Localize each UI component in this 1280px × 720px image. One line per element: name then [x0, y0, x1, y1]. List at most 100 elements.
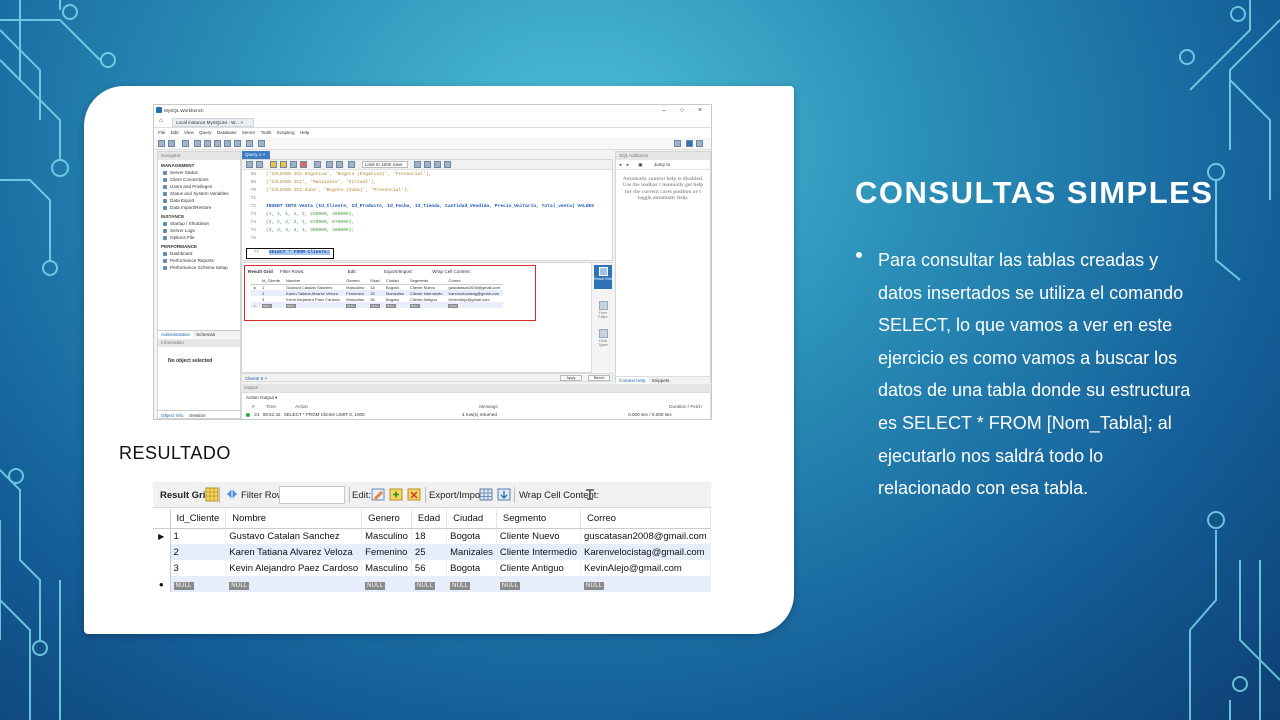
cell[interactable]: Karen Tatiana Alvarez Veloza — [283, 290, 344, 296]
result-grid-tab[interactable]: Result Grid — [160, 490, 211, 501]
tab-administration[interactable]: Administration — [158, 331, 194, 338]
menu-edit[interactable]: Edit — [171, 130, 179, 135]
tab-session[interactable]: Session — [186, 411, 208, 419]
cell-edad[interactable]: 56 — [411, 560, 448, 576]
nav-item-options-file[interactable]: Options File — [158, 234, 240, 241]
action-output-select[interactable]: Action Output ▾ — [246, 395, 277, 401]
cell[interactable]: Kevin Alejandro Paez Cardoso — [283, 296, 343, 302]
nav-item-dashboard[interactable]: Dashboard — [158, 250, 240, 257]
limit-icon[interactable] — [348, 161, 355, 168]
cell[interactable]: Cliente Intermedio — [407, 290, 446, 296]
tab-context-help[interactable]: Context Help — [616, 377, 649, 384]
cell-ciudad[interactable]: Bogota — [446, 560, 497, 576]
layout-toggle-icon[interactable] — [686, 140, 693, 147]
nav-item-data-import[interactable]: Data Import/Restore — [158, 204, 240, 211]
nav-item-users[interactable]: Users and Privileges — [158, 183, 240, 190]
cell-correo[interactable]: NULL — [580, 576, 711, 592]
cell[interactable]: Karenvelocistag@gmail.com — [445, 290, 504, 296]
cell-segmento[interactable]: Cliente Nuevo — [496, 528, 582, 544]
side-result-grid-button[interactable]: Result Grid — [594, 265, 612, 289]
edit-row-icon[interactable] — [371, 487, 385, 502]
create-view-icon[interactable] — [214, 140, 221, 147]
cell[interactable]: Femenino — [343, 290, 368, 296]
filter-rows-input[interactable] — [279, 486, 345, 504]
cell[interactable]: Manizales — [382, 290, 407, 296]
nav-item-server-logs[interactable]: Server Logs — [158, 227, 240, 234]
reconnect-icon[interactable] — [258, 140, 265, 147]
cell[interactable]: NULL — [367, 302, 383, 308]
delete-row-icon[interactable] — [407, 487, 421, 502]
export-icon[interactable] — [479, 487, 493, 502]
menu-server[interactable]: Server — [242, 130, 256, 135]
cell[interactable]: Masculino — [343, 284, 367, 290]
limit-rows-select[interactable]: Limit to 1000 rows — [362, 161, 408, 168]
cell-ciudad[interactable]: NULL — [446, 576, 497, 592]
auto-help-icon[interactable]: ▣ — [638, 162, 642, 167]
forward-icon[interactable]: ▸ — [627, 162, 629, 167]
table-row[interactable]: 3 Kevin Alejandro Paez Cardoso Masculino… — [153, 560, 711, 576]
cell-edad[interactable]: NULL — [411, 576, 448, 592]
cell-nombre[interactable]: Karen Tatiana Alvarez Veloza — [225, 544, 363, 560]
nav-item-data-export[interactable]: Data Export — [158, 197, 240, 204]
create-table-icon[interactable] — [204, 140, 211, 147]
create-schema-icon[interactable] — [194, 140, 201, 147]
create-procedure-icon[interactable] — [224, 140, 231, 147]
cell-genero[interactable]: NULL — [361, 576, 412, 592]
search-table-icon[interactable] — [246, 140, 253, 147]
save-icon[interactable] — [256, 161, 263, 168]
menu-scripting[interactable]: Scripting — [277, 130, 295, 135]
nav-item-status-variables[interactable]: Status and System Variables — [158, 190, 240, 197]
nav-item-startup[interactable]: Startup / Shutdown — [158, 220, 240, 227]
create-function-icon[interactable] — [234, 140, 241, 147]
cell-nombre[interactable]: Gustavo Catalan Sanchez — [225, 528, 363, 544]
cell-edad[interactable]: 18 — [411, 528, 448, 544]
col-correo[interactable]: Correo — [580, 509, 711, 529]
nav-item-performance-schema[interactable]: Performance Schema Setup — [158, 264, 240, 271]
back-icon[interactable]: ◂ — [619, 162, 621, 167]
cell-correo[interactable]: KevinAlejo@gmail.com — [580, 560, 711, 576]
cell-nombre[interactable]: NULL — [225, 576, 363, 592]
result-tab-cliente[interactable]: Cliente 5 × — [245, 376, 267, 381]
grid-view-icon[interactable] — [205, 487, 219, 502]
output-row[interactable]: 21 06:51:42 SELECT * FROM Cliente LIMIT … — [246, 412, 672, 417]
col-segmento[interactable]: Segmento — [496, 509, 582, 529]
cell-correo[interactable]: guscatasan2008@gmail.com — [580, 528, 711, 544]
col-ciudad[interactable]: Ciudad — [446, 509, 497, 529]
nav-item-performance-reports[interactable]: Performance Reports — [158, 257, 240, 264]
layout-toggle-icon-2[interactable] — [696, 140, 703, 147]
minimize-icon[interactable]: – — [662, 107, 666, 114]
table-row-null[interactable]: • NULL NULL NULL NULL NULL NULL NULL — [251, 302, 504, 308]
invisible-chars-icon[interactable] — [434, 161, 441, 168]
cell-genero[interactable]: Masculino — [361, 560, 412, 576]
tab-snippets[interactable]: Snippets — [649, 377, 673, 384]
beautify-icon[interactable] — [414, 161, 421, 168]
query-tab[interactable]: Query 1 × — [242, 151, 270, 159]
cell-genero[interactable]: Femenino — [361, 544, 412, 560]
cell-correo[interactable]: Karenvelocistag@gmail.com — [580, 544, 711, 560]
cell[interactable]: NULL — [445, 302, 504, 308]
col-edad[interactable]: Edad — [411, 509, 448, 529]
menu-help[interactable]: Help — [300, 130, 309, 135]
cell-id-cliente[interactable]: 3 — [170, 560, 227, 576]
find-icon[interactable] — [424, 161, 431, 168]
col-genero[interactable]: Genero — [361, 509, 412, 529]
new-sql-tab-icon[interactable] — [158, 140, 165, 147]
apply-button[interactable]: Apply — [560, 375, 582, 381]
menu-database[interactable]: Database — [217, 130, 237, 135]
cell-segmento[interactable]: Cliente Intermedio — [496, 544, 582, 560]
menu-file[interactable]: File — [158, 130, 165, 135]
close-icon[interactable]: × — [698, 107, 702, 114]
cell-id-cliente[interactable]: NULL — [170, 576, 227, 592]
cell-id-cliente[interactable]: 2 — [170, 544, 227, 560]
cell[interactable]: NULL — [259, 302, 284, 308]
revert-button[interactable]: Revert — [588, 375, 610, 381]
sql-editor[interactable]: Limit to 1000 rows 68 ('CALZADO JC2 Engat… — [241, 159, 613, 261]
tab-object-info[interactable]: Object Info — [158, 411, 186, 419]
inspector-icon[interactable] — [182, 140, 189, 147]
cell-segmento[interactable]: NULL — [496, 576, 582, 592]
cell[interactable]: NULL — [407, 302, 446, 308]
cell-id-cliente[interactable]: 1 — [170, 528, 227, 544]
cell[interactable]: NULL — [283, 302, 344, 308]
cell[interactable]: NULL — [382, 302, 407, 308]
nav-item-client-connections[interactable]: Client Connections — [158, 176, 240, 183]
